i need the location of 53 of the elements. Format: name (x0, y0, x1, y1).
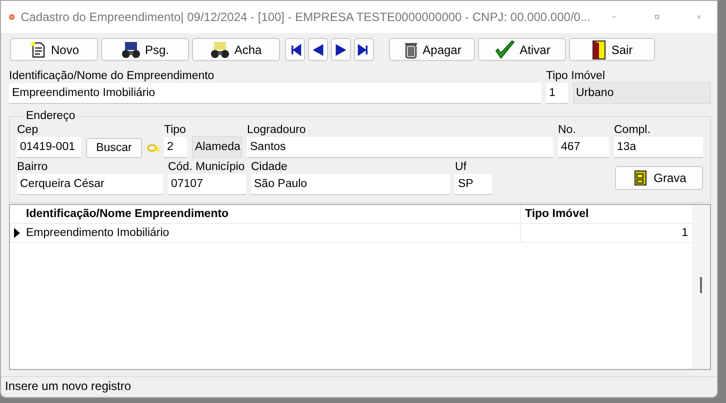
next-record-icon (334, 42, 348, 56)
window-title: Cadastro do Empreendimento| 09/12/2024 - [100] - EMPRESA TESTE0000000000 - CNPJ: 00.000.000/0... (20, 10, 590, 24)
table-cell: Empreendimento Imobiliário (24, 224, 521, 242)
navigation-button[interactable] (331, 38, 351, 61)
input-field[interactable]: 13a (614, 137, 703, 158)
field-label: Identificação/Nome do Empreendimento (9, 69, 214, 83)
input-field[interactable]: Santos (247, 137, 553, 158)
input-field[interactable]: 07107 (168, 174, 246, 195)
search-button[interactable]: Buscar (86, 138, 142, 158)
field-label: Tipo (164, 123, 186, 137)
field-label: Logradouro (247, 123, 306, 137)
file-cabinet-icon (632, 170, 648, 186)
field-label: Cód. Município (168, 160, 245, 174)
navigation-button[interactable] (354, 38, 374, 61)
field-label: No. (558, 123, 576, 137)
toolbar-button[interactable]: Novo (10, 38, 98, 61)
column-header[interactable]: Identificação/Nome Empreendimento (24, 205, 521, 223)
binoculars-icon (120, 40, 141, 58)
navigation-button[interactable] (308, 38, 328, 61)
field-label: Compl. (614, 123, 650, 137)
toolbar-button[interactable]: Apagar (389, 38, 475, 61)
document-icon (28, 40, 47, 58)
input-field[interactable]: Cerqueira César (17, 174, 163, 195)
field-label: Uf (455, 160, 466, 174)
field-label: Cidade (251, 160, 288, 174)
input-field[interactable]: Empreendimento Imobiliário (9, 83, 541, 104)
save-button[interactable]: Grava (615, 166, 703, 190)
checkmark-icon (494, 40, 516, 60)
field-label: Bairro (17, 160, 48, 174)
scrollbar-thumb[interactable] (700, 277, 702, 293)
trash-can-icon (402, 40, 419, 58)
field-label: Cep (17, 123, 38, 137)
input-field[interactable]: 01419-001 (17, 137, 81, 158)
input-field[interactable]: São Paulo (251, 174, 450, 195)
binoculars-icon (210, 40, 230, 58)
toolbar-button[interactable]: Acha (192, 38, 280, 61)
group-title: Endereço (25, 110, 76, 122)
toolbar-button[interactable]: Psg. (101, 38, 189, 61)
input-field[interactable]: SP (455, 174, 492, 195)
toolbar-button[interactable]: Ativar (478, 38, 566, 61)
prev-record-icon (311, 42, 325, 56)
input-field[interactable]: 467 (558, 137, 609, 158)
navigation-button[interactable] (285, 38, 305, 61)
toolbar-button[interactable]: Sair (569, 38, 655, 61)
input-field[interactable]: 1 (546, 83, 568, 104)
column-header[interactable]: Tipo Imóvel (521, 205, 692, 223)
readonly-field: Alameda (192, 136, 242, 158)
input-field[interactable]: 2 (164, 137, 187, 158)
status-text: Insere um novo registro (1, 376, 717, 397)
door-icon (591, 40, 608, 60)
field-label: Tipo Imóvel (546, 69, 606, 83)
readonly-field: Urbano (573, 82, 711, 104)
table-cell-text: 1 (680, 226, 689, 241)
